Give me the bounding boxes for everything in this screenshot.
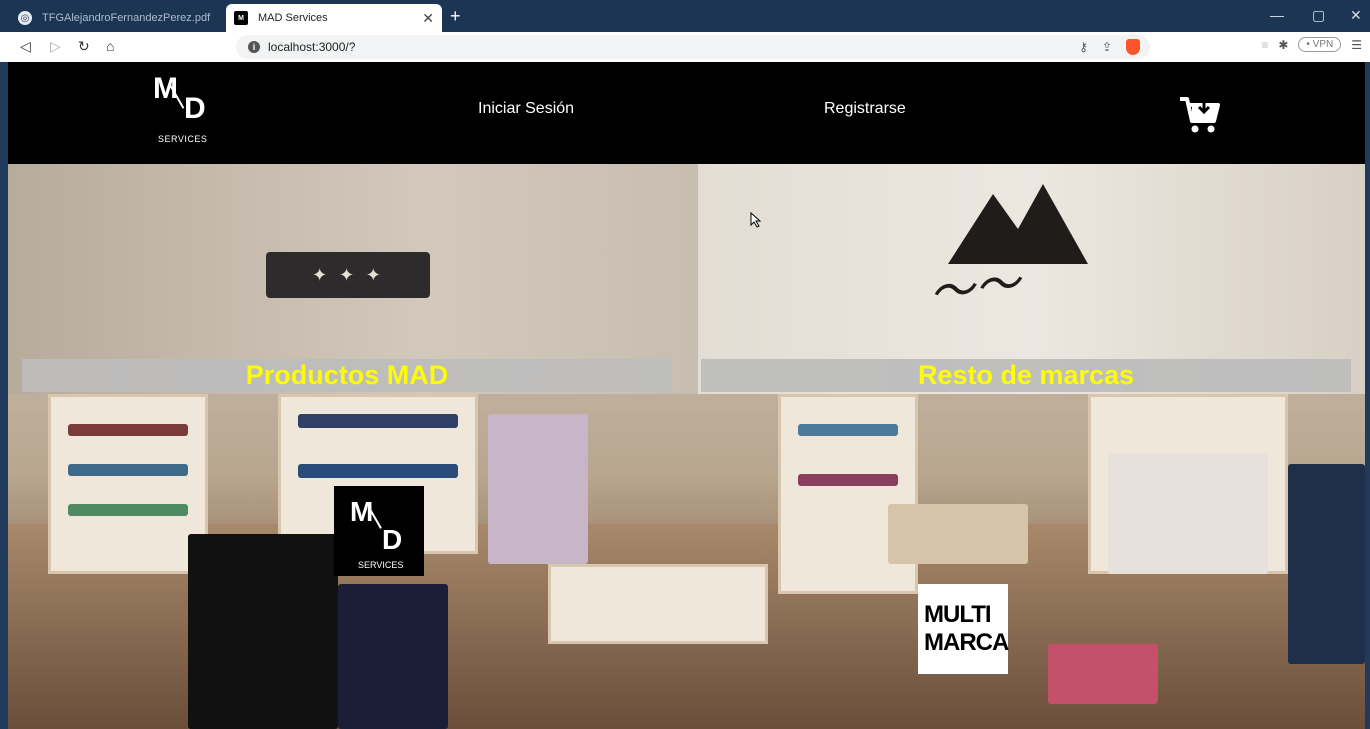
multimarca-line1: MULTI <box>924 601 992 629</box>
register-link[interactable]: Registrarse <box>824 100 906 118</box>
close-tab-icon[interactable]: ✕ <box>422 10 434 27</box>
restore-icon[interactable]: ▢ <box>1312 7 1325 24</box>
rewards-icon[interactable]: ≡ <box>1261 38 1268 52</box>
globe-icon: ◎ <box>18 11 32 25</box>
mountain-graphic <box>948 184 1088 264</box>
forward-icon[interactable]: ▷ <box>50 38 61 55</box>
home-icon[interactable]: ⌂ <box>106 38 114 54</box>
vpn-button[interactable]: • VPN <box>1298 37 1342 52</box>
extensions-icon[interactable]: ✱ <box>1278 38 1288 52</box>
new-tab-button[interactable]: + <box>450 6 461 27</box>
url-text: localhost:3000/? <box>268 40 356 54</box>
site-logo[interactable]: M D SERVICES <box>150 72 222 146</box>
cart-icon[interactable] <box>1178 95 1222 135</box>
browser-toolbar: ◁ ▷ ↻ ⌂ i localhost:3000/? ⚷ ⇪ ≡ ✱ • VPN… <box>0 32 1370 62</box>
share-icon[interactable]: ⇪ <box>1102 40 1112 54</box>
browser-tab-pdf[interactable]: ◎ TFGAlejandroFernandezPerez.pdf <box>10 4 220 32</box>
menu-icon[interactable]: ☰ <box>1351 38 1362 52</box>
wall-script: 〜〜 <box>925 254 1024 322</box>
category-label: Productos MAD <box>245 360 449 390</box>
multimarca-line2: MARCA <box>924 629 1009 656</box>
brave-shield-icon[interactable] <box>1126 39 1140 55</box>
collection-sign: ✦ ✦ ✦ <box>266 252 430 298</box>
category-resto-marcas[interactable]: Resto de marcas <box>701 359 1351 392</box>
address-bar[interactable]: i localhost:3000/? ⚷ ⇪ <box>236 35 1150 59</box>
tab-title: TFGAlejandroFernandezPerez.pdf <box>42 12 211 24</box>
browser-tab-bar: ◎ TFGAlejandroFernandezPerez.pdf M MAD S… <box>0 0 1370 32</box>
site-header: M D SERVICES Iniciar Sesión Registrarse <box>8 62 1365 164</box>
login-link[interactable]: Iniciar Sesión <box>478 100 574 118</box>
key-icon[interactable]: ⚷ <box>1079 40 1088 54</box>
minimize-icon[interactable]: — <box>1270 7 1284 23</box>
page-viewport: M D SERVICES Iniciar Sesión Registrarse … <box>8 62 1365 729</box>
store-hero: ✦ ✦ ✦ 〜〜 Productos MAD Resto de marcas M… <box>8 164 1365 729</box>
reload-icon[interactable]: ↻ <box>78 38 90 55</box>
category-label: Resto de marcas <box>917 360 1135 390</box>
browser-tab-mad[interactable]: M MAD Services ✕ <box>226 4 442 32</box>
close-window-icon[interactable]: ✕ <box>1350 7 1362 24</box>
md-logo-icon: M <box>234 11 248 25</box>
site-info-icon[interactable]: i <box>248 41 260 53</box>
mouse-cursor-icon <box>750 212 762 228</box>
back-icon[interactable]: ◁ <box>20 38 31 55</box>
category-productos-mad[interactable]: Productos MAD <box>22 359 672 392</box>
multimarca-card[interactable]: MULTI MARCA <box>918 584 1009 674</box>
tab-title: MAD Services <box>258 12 328 24</box>
mad-products-card[interactable]: M D SERVICES <box>334 486 424 576</box>
